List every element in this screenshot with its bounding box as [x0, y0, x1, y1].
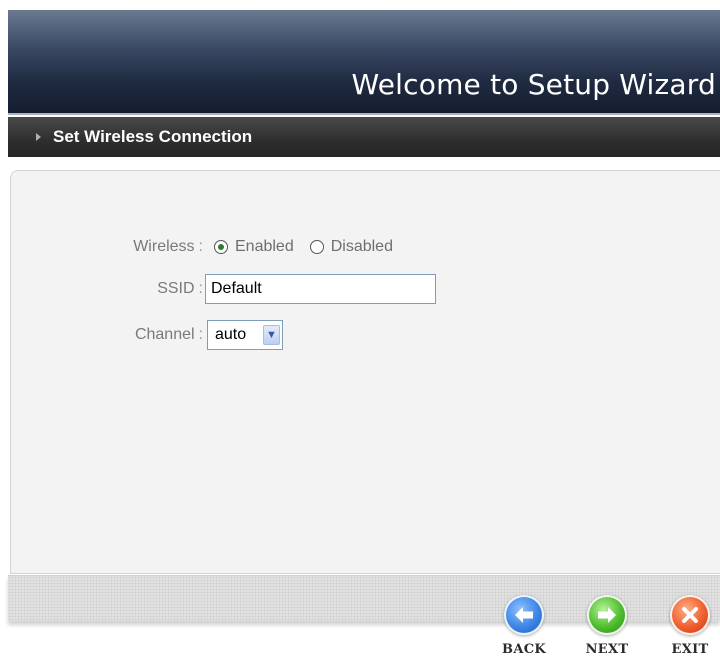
wireless-enabled-label[interactable]: Enabled: [235, 238, 294, 256]
triangle-right-icon: [36, 133, 41, 141]
wireless-row: Wireless : Enabled Disabled: [11, 233, 409, 261]
label-colon: :: [198, 238, 203, 255]
section-header: Set Wireless Connection: [8, 117, 720, 157]
radio-selected-dot: [218, 244, 224, 250]
wireless-label: Wireless: [133, 238, 195, 255]
exit-label[interactable]: EXIT: [672, 642, 709, 656]
next-button[interactable]: NEXT: [577, 595, 637, 656]
channel-label: Channel: [134, 326, 195, 343]
back-button[interactable]: BACK: [494, 595, 554, 656]
label-colon: :: [198, 280, 203, 297]
wireless-disabled-radio[interactable]: [309, 240, 324, 254]
ssid-label: SSID: [157, 280, 195, 297]
chevron-down-icon[interactable]: ▼: [263, 325, 280, 345]
section-title: Set Wireless Connection: [53, 127, 253, 146]
channel-select[interactable]: auto ▼: [207, 320, 283, 350]
channel-row: Channel : auto ▼: [11, 320, 283, 350]
wireless-disabled-label[interactable]: Disabled: [331, 238, 393, 256]
ssid-label-wrap: SSID :: [11, 275, 203, 303]
header-divider: [8, 113, 720, 115]
next-label[interactable]: NEXT: [586, 642, 629, 656]
wireless-label-wrap: Wireless :: [11, 233, 203, 261]
ssid-row: SSID :: [11, 274, 436, 304]
wireless-enabled-radio[interactable]: [214, 240, 228, 254]
exit-button[interactable]: EXIT: [660, 595, 720, 656]
ssid-input[interactable]: [205, 274, 436, 304]
next-arrow-icon[interactable]: [587, 595, 627, 635]
exit-x-icon[interactable]: [670, 595, 710, 635]
header-shine: [8, 10, 720, 48]
header-bar: Welcome to Setup Wizard: [8, 10, 720, 114]
channel-select-value: auto: [215, 326, 247, 343]
channel-label-wrap: Channel :: [11, 321, 203, 349]
back-label[interactable]: BACK: [502, 642, 546, 656]
page-title: Welcome to Setup Wizard: [351, 68, 716, 101]
back-arrow-icon[interactable]: [504, 595, 544, 635]
label-colon: :: [198, 326, 203, 343]
content-panel: Wireless : Enabled Disabled SSID : Chann…: [10, 170, 720, 574]
